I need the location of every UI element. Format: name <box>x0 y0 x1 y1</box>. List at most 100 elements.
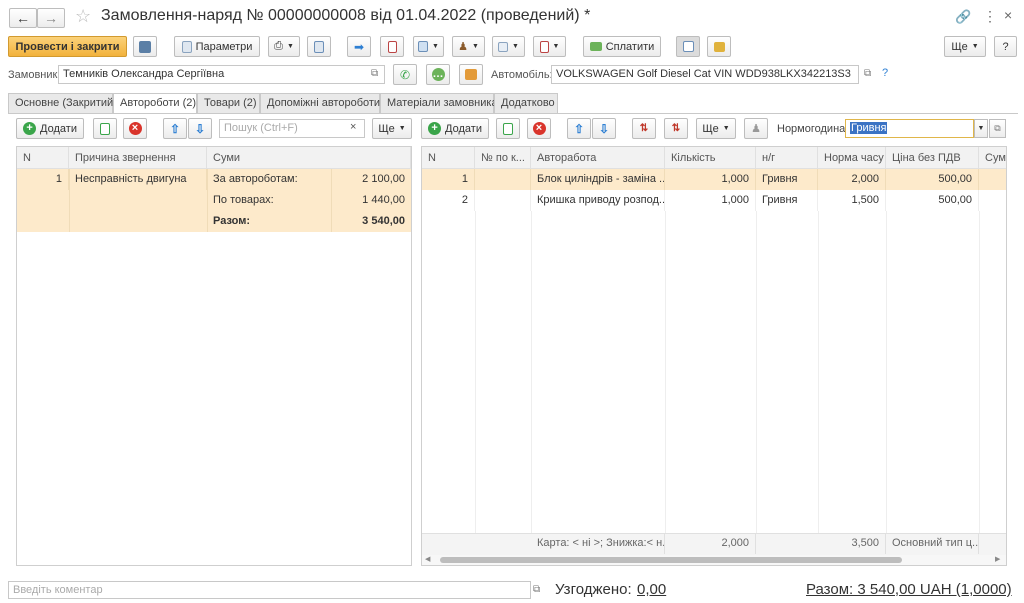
tab-additional[interactable]: Додатково <box>494 93 558 113</box>
sort-asc-icon: ⇅ <box>639 123 649 134</box>
chevron-down-icon: ▼ <box>286 43 294 50</box>
col-sums[interactable]: Суми <box>207 147 411 169</box>
col-norm[interactable]: Норма часу <box>818 147 886 169</box>
agreed-value[interactable]: 0,00 <box>637 581 666 598</box>
col-price[interactable]: Ціна без ПДВ <box>886 147 979 169</box>
structure-button[interactable] <box>307 36 331 57</box>
person-button[interactable]: ♟ <box>744 118 768 139</box>
save-button[interactable] <box>133 36 157 57</box>
cell-ng: Гривня <box>756 190 818 211</box>
chat-button[interactable]: … <box>426 64 450 85</box>
customer-label: Замовник: <box>8 69 61 81</box>
cell-quantity: 1,000 <box>665 169 756 190</box>
more-button[interactable]: Ще ▼ <box>944 36 986 57</box>
col-autowork[interactable]: Авторабота <box>531 147 665 169</box>
left-search-input[interactable]: Пошук (Ctrl+F) <box>219 119 365 138</box>
left-more-button[interactable]: Ще ▼ <box>372 118 412 139</box>
left-move-up-button[interactable]: ⇧ <box>163 118 187 139</box>
help-icon[interactable]: ? <box>882 67 888 79</box>
right-delete-button[interactable]: × <box>527 118 551 139</box>
car-field[interactable]: VOLKSWAGEN Golf Diesel Cat VIN WDD938LKX… <box>551 65 859 84</box>
upload-button[interactable] <box>459 64 483 85</box>
forward-doc-button[interactable]: ➡ <box>347 36 371 57</box>
col-quantity[interactable]: Кількість <box>665 147 756 169</box>
parameters-button[interactable]: Параметри <box>174 36 260 57</box>
cell-sum <box>979 190 1006 211</box>
person-icon: ♟ <box>751 123 761 135</box>
page-title: Замовлення-наряд № 00000000008 від 01.04… <box>101 7 591 24</box>
clear-search-icon[interactable]: × <box>350 121 356 133</box>
print-button[interactable]: ⎙ ▼ <box>268 36 300 57</box>
left-move-down-button[interactable]: ⇩ <box>188 118 212 139</box>
pay-button[interactable]: Сплатити <box>583 36 661 57</box>
open-comment-icon[interactable]: ⧉ <box>533 584 540 595</box>
tab-main[interactable]: Основне (Закритий) <box>8 93 117 113</box>
tab-goods[interactable]: Товари (2) <box>197 93 260 113</box>
total-link[interactable]: Разом: 3 540,00 UAH (1,0000) <box>806 581 1012 598</box>
footer-card: Карта: < ні >; Знижка:< н... <box>531 533 665 554</box>
chevron-down-icon: ▼ <box>552 43 560 50</box>
report-button[interactable] <box>380 36 404 57</box>
col-sum[interactable]: Сума <box>979 147 1006 169</box>
norm-value: Гривня <box>850 122 888 134</box>
users-button[interactable]: ♟ ▼ <box>452 36 485 57</box>
norm-select[interactable]: Гривня <box>845 119 974 138</box>
cell-autowork: Блок циліндрів - заміна ... <box>531 169 665 190</box>
comment-input[interactable]: Введіть коментар <box>8 581 531 599</box>
col-guide <box>531 211 532 533</box>
post-and-close-button[interactable]: Провести і закрити <box>8 36 127 57</box>
hierarchy-icon <box>314 40 324 53</box>
create-based-button[interactable]: ▼ <box>413 36 444 57</box>
toggle-view-button[interactable] <box>676 36 700 57</box>
chat-icon: … <box>431 68 445 81</box>
tab-autoworks[interactable]: Автороботи (2) <box>113 93 197 114</box>
left-add-button[interactable]: + Додати <box>16 118 84 139</box>
add-icon: + <box>23 122 37 135</box>
link-icon[interactable]: 🔗 <box>955 9 971 25</box>
tab-aux-works[interactable]: Допоміжні автороботи <box>260 93 380 113</box>
table-button[interactable]: ▼ <box>492 36 525 57</box>
col-ng[interactable]: н/г <box>756 147 818 169</box>
left-copy-button[interactable] <box>93 118 117 139</box>
right-move-down-button[interactable]: ⇩ <box>592 118 616 139</box>
cell-norm: 2,000 <box>818 169 886 190</box>
document-icon <box>181 40 192 53</box>
call-button[interactable]: ✆ <box>393 64 417 85</box>
chevron-down-icon: ▼ <box>398 125 406 132</box>
cell-n: 2 <box>422 190 475 211</box>
open-icon[interactable]: ⧉ <box>371 68 378 79</box>
open-car-icon[interactable]: ⧉ <box>864 68 871 79</box>
left-delete-button[interactable]: × <box>123 118 147 139</box>
back-button[interactable]: ← <box>9 8 37 28</box>
forward-button[interactable]: → <box>37 8 65 28</box>
close-icon[interactable]: × <box>1004 7 1012 23</box>
norm-open-button[interactable]: ⧉ <box>989 119 1006 138</box>
col-n[interactable]: N <box>422 147 475 169</box>
col-number[interactable]: № по к... <box>475 147 531 169</box>
right-move-up-button[interactable]: ⇧ <box>567 118 591 139</box>
customer-field[interactable]: Темників Олександра Сергіївна <box>58 65 385 84</box>
parameters-label: Параметри <box>195 40 253 53</box>
star-icon[interactable]: ☆ <box>75 6 91 27</box>
right-add-button[interactable]: + Додати <box>421 118 489 139</box>
col-reason[interactable]: Причина звернення <box>69 147 207 169</box>
help-button[interactable]: ? <box>994 36 1017 57</box>
right-copy-button[interactable] <box>496 118 520 139</box>
sum-total-label: Разом: <box>207 211 332 232</box>
arrow-right-blue-icon: ➡ <box>353 39 365 54</box>
more-vert-icon[interactable]: ⋮ <box>983 8 997 25</box>
cell-price: 500,00 <box>886 169 979 190</box>
sort-desc-button[interactable]: ⇅ <box>664 118 688 139</box>
scroll-left-icon[interactable]: ◀ <box>425 555 430 563</box>
tab-customer-materials[interactable]: Матеріали замовника <box>380 93 498 113</box>
scroll-right-icon[interactable]: ▶ <box>995 555 1000 563</box>
left-more-label: Ще <box>378 122 395 135</box>
print-forms-button[interactable]: ▼ <box>533 36 566 57</box>
cell-number <box>475 169 531 190</box>
right-more-button[interactable]: Ще ▼ <box>696 118 736 139</box>
sort-asc-button[interactable]: ⇅ <box>632 118 656 139</box>
col-n[interactable]: N <box>17 147 69 169</box>
norm-dropdown-button[interactable]: ▼ <box>974 119 988 138</box>
scrollbar-thumb[interactable] <box>440 557 902 563</box>
lock-button[interactable] <box>707 36 731 57</box>
